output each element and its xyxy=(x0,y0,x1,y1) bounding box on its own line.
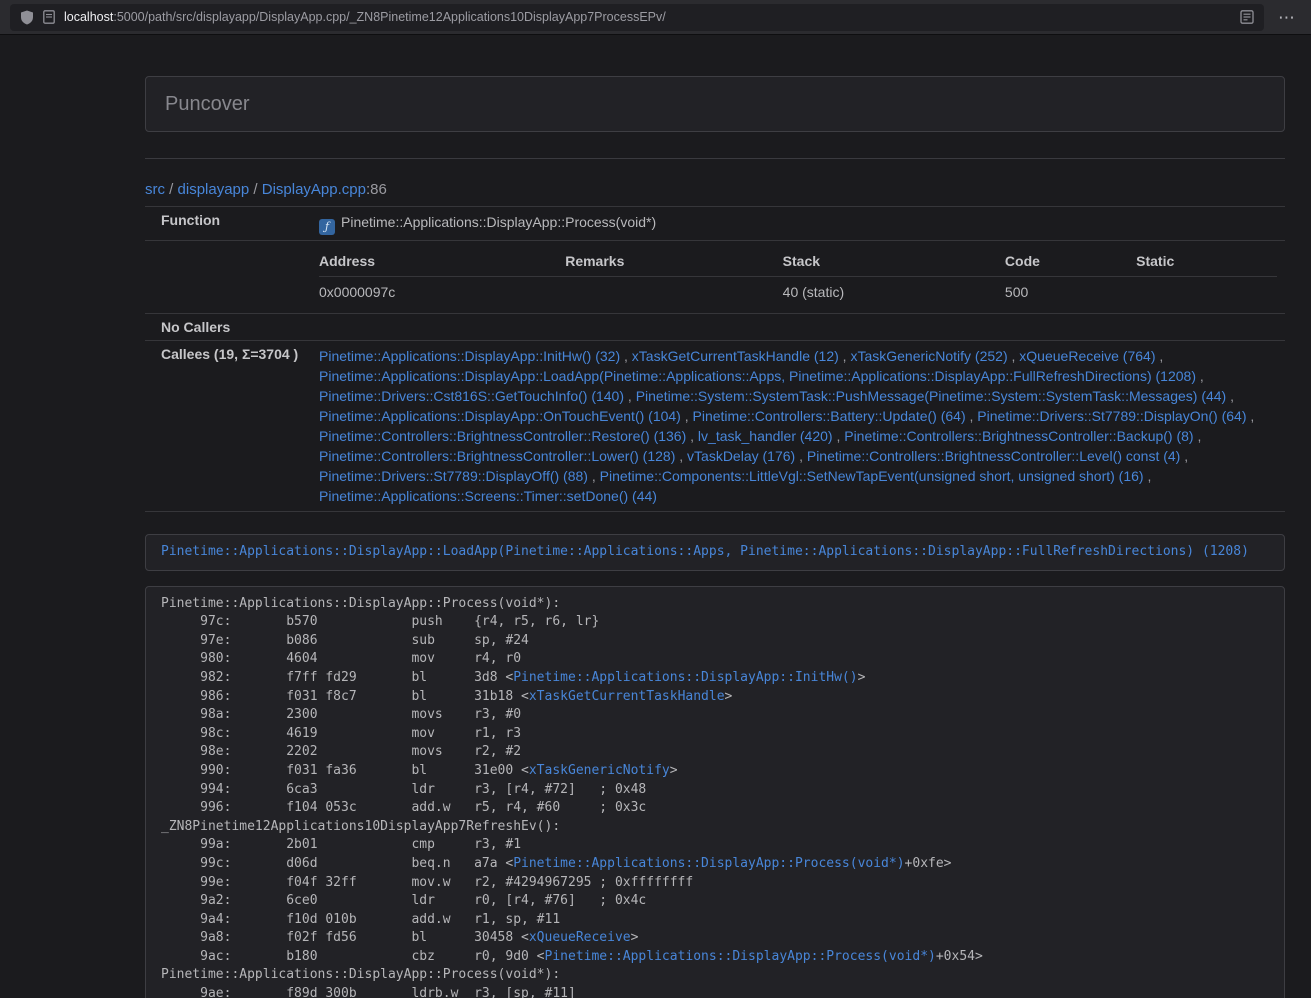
callee-separator: , xyxy=(1008,348,1020,364)
metric-address: 0x0000097c xyxy=(319,277,565,309)
breadcrumb-link-displayapp[interactable]: displayapp xyxy=(178,181,250,198)
callee-separator: , xyxy=(1155,348,1163,364)
breadcrumb-link-src[interactable]: src xyxy=(145,181,165,198)
callee-link[interactable]: Pinetime::Controllers::BrightnessControl… xyxy=(319,428,686,444)
callee-link[interactable]: Pinetime::Applications::DisplayApp::Load… xyxy=(319,368,1196,384)
url-host: localhost xyxy=(64,10,113,24)
metrics-table: Address Remarks Stack Code Static 0x0000… xyxy=(319,246,1277,308)
callee-separator: , xyxy=(839,348,851,364)
function-name: Pinetime::Applications::DisplayApp::Proc… xyxy=(341,214,656,230)
url-bar[interactable]: localhost:5000/path/src/displayapp/Displ… xyxy=(10,4,1264,31)
reader-mode-icon[interactable] xyxy=(1240,10,1254,24)
callee-separator: , xyxy=(686,428,698,444)
page-info-icon[interactable] xyxy=(43,10,55,24)
callee-link[interactable]: Pinetime::Components::LittleVgl::SetNewT… xyxy=(600,468,1144,484)
callee-separator: , xyxy=(1194,428,1202,444)
metrics-row: Address Remarks Stack Code Static 0x0000… xyxy=(145,241,1285,314)
url-path: :5000/path/src/displayapp/DisplayApp.cpp… xyxy=(113,10,665,24)
puncover-content: Puncover src / displayapp / DisplayApp.c… xyxy=(145,35,1285,998)
disasm-symbol-link[interactable]: Pinetime::Applications::DisplayApp::Init… xyxy=(513,670,857,685)
callee-link[interactable]: Pinetime::System::SystemTask::PushMessag… xyxy=(636,388,1227,404)
page-actions-icon[interactable]: ⋯ xyxy=(1272,9,1301,26)
function-cell: ƒ Pinetime::Applications::DisplayApp::Pro… xyxy=(311,207,1285,241)
metrics-header-row: Address Remarks Stack Code Static xyxy=(319,246,1277,277)
browser-toolbar: localhost:5000/path/src/displayapp/Displ… xyxy=(0,0,1311,35)
disasm-symbol-link[interactable]: Pinetime::Applications::DisplayApp::Proc… xyxy=(513,856,904,871)
callee-separator: , xyxy=(1226,388,1234,404)
col-header-code: Code xyxy=(1005,246,1136,277)
callee-separator: , xyxy=(588,468,600,484)
callees-list: Pinetime::Applications::DisplayApp::Init… xyxy=(311,341,1285,512)
disasm-symbol-link[interactable]: Pinetime::Applications::DisplayApp::Proc… xyxy=(545,949,936,964)
callee-separator: , xyxy=(620,348,632,364)
function-table: Function ƒPinetime::Applications::Displa… xyxy=(145,206,1285,512)
callee-separator: , xyxy=(681,408,693,424)
col-header-static: Static xyxy=(1136,246,1277,277)
callee-separator: , xyxy=(1144,468,1152,484)
callee-link[interactable]: Pinetime::Controllers::BrightnessControl… xyxy=(844,428,1193,444)
callee-separator: , xyxy=(1196,368,1204,384)
callee-separator: , xyxy=(675,448,687,464)
callee-link[interactable]: xTaskGenericNotify (252) xyxy=(850,348,1007,364)
metric-static xyxy=(1136,277,1277,309)
col-header-stack: Stack xyxy=(783,246,1005,277)
callee-separator: , xyxy=(624,388,636,404)
function-label: Function xyxy=(145,207,311,241)
callee-separator: , xyxy=(966,408,978,424)
disasm-symbol-link[interactable]: xQueueReceive xyxy=(529,930,631,945)
callee-link[interactable]: Pinetime::Drivers::Cst816S::GetTouchInfo… xyxy=(319,388,624,404)
callee-link[interactable]: Pinetime::Applications::DisplayApp::Init… xyxy=(319,348,620,364)
callee-link[interactable]: xQueueReceive (764) xyxy=(1019,348,1155,364)
no-callers-label: No Callers xyxy=(145,314,311,341)
url-text: localhost:5000/path/src/displayapp/Displ… xyxy=(64,10,1231,24)
callee-link[interactable]: Pinetime::Applications::DisplayApp::OnTo… xyxy=(319,408,681,424)
callees-label: Callees (19, Σ=3704 ) xyxy=(145,341,311,512)
metrics-values-row: 0x0000097c 40 (static) 500 xyxy=(319,277,1277,309)
callee-link[interactable]: Pinetime::Applications::Screens::Timer::… xyxy=(319,488,657,504)
callee-separator: , xyxy=(833,428,845,444)
callee-separator: , xyxy=(1247,408,1255,424)
function-row: Function ƒ Pinetime::Applications::Displa… xyxy=(145,207,1285,241)
metrics-cell: Address Remarks Stack Code Static 0x0000… xyxy=(311,241,1285,314)
highlighted-symbol-panel: Pinetime::Applications::DisplayApp::Load… xyxy=(145,534,1285,571)
loadapp-symbol-link[interactable]: Pinetime::Applications::DisplayApp::Load… xyxy=(161,544,1249,559)
disasm-symbol-link[interactable]: xTaskGenericNotify xyxy=(529,763,670,778)
brand-title: Puncover xyxy=(165,92,1265,116)
brand-panel: Puncover xyxy=(145,76,1285,132)
breadcrumb-link-file[interactable]: DisplayApp.cpp xyxy=(262,181,366,198)
callee-link[interactable]: vTaskDelay (176) xyxy=(687,448,795,464)
shield-icon[interactable] xyxy=(20,10,34,25)
disasm-symbol-link[interactable]: xTaskGetCurrentTaskHandle xyxy=(529,689,725,704)
function-icon: ƒ xyxy=(319,219,335,235)
metric-code: 500 xyxy=(1005,277,1136,309)
callee-link[interactable]: Pinetime::Controllers::Battery::Update()… xyxy=(693,408,966,424)
callee-link[interactable]: Pinetime::Drivers::St7789::DisplayOn() (… xyxy=(977,408,1246,424)
callee-link[interactable]: Pinetime::Controllers::BrightnessControl… xyxy=(807,448,1180,464)
callee-link[interactable]: lv_task_handler (420) xyxy=(698,428,833,444)
metric-stack: 40 (static) xyxy=(783,277,1005,309)
callee-separator: , xyxy=(795,448,807,464)
no-callers-row: No Callers xyxy=(145,314,1285,341)
breadcrumb-separator: / xyxy=(249,181,262,198)
no-callers-cell xyxy=(311,314,1285,341)
callee-link[interactable]: xTaskGetCurrentTaskHandle (12) xyxy=(632,348,839,364)
callee-separator: , xyxy=(1180,448,1188,464)
breadcrumb-line-number: :86 xyxy=(366,181,387,198)
callee-link[interactable]: Pinetime::Drivers::St7789::DisplayOff() … xyxy=(319,468,588,484)
metric-remarks xyxy=(565,277,782,309)
col-header-remarks: Remarks xyxy=(565,246,782,277)
divider xyxy=(145,158,1285,159)
col-header-address: Address xyxy=(319,246,565,277)
callees-row: Callees (19, Σ=3704 ) Pinetime::Applicat… xyxy=(145,341,1285,512)
disassembly-panel: Pinetime::Applications::DisplayApp::Proc… xyxy=(145,586,1285,998)
metrics-row-label xyxy=(145,241,311,314)
breadcrumb-separator: / xyxy=(165,181,178,198)
breadcrumb: src / displayapp / DisplayApp.cpp:86 xyxy=(145,181,1285,198)
callee-link[interactable]: Pinetime::Controllers::BrightnessControl… xyxy=(319,448,675,464)
